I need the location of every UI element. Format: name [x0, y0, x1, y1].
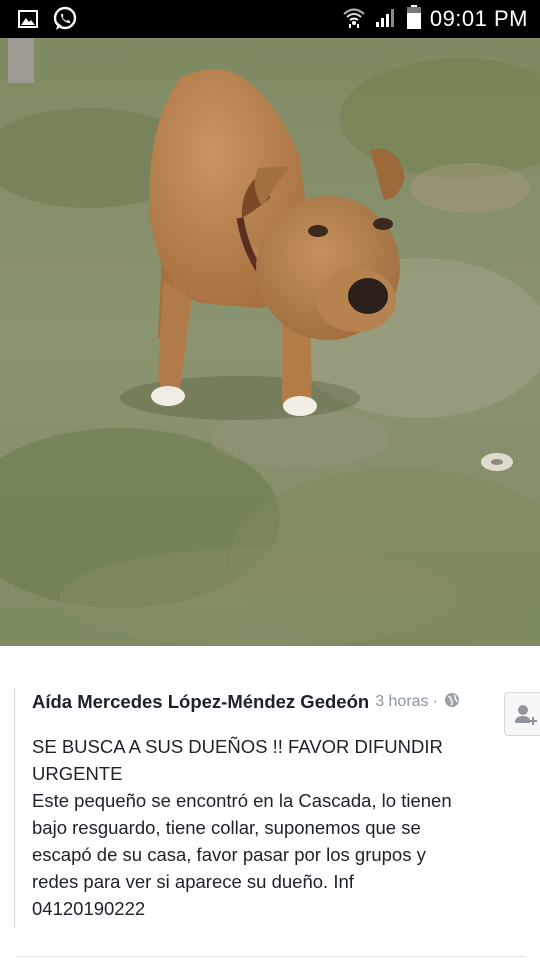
post-line: redes para ver si aparece su dueño. Inf — [32, 871, 354, 892]
post-body: SE BUSCA A SUS DUEÑOS !! FAVOR DIFUNDIR … — [32, 733, 522, 922]
clock: 09:01 PM — [429, 6, 528, 31]
divider — [16, 956, 526, 957]
post-line: bajo resguardo, tiene collar, suponemos … — [32, 817, 421, 838]
post-line: SE BUSCA A SUS DUEÑOS !! FAVOR DIFUNDIR — [32, 736, 443, 757]
phone-number: 04120190222 — [32, 898, 146, 919]
post-header: Aída Mercedes López-Méndez Gedeón 3 hora… — [32, 690, 460, 714]
add-friend-icon — [515, 705, 537, 725]
post-time[interactable]: 3 horas — [375, 693, 428, 711]
battery-icon — [406, 4, 422, 35]
signal-icon — [374, 6, 398, 33]
globe-icon — [444, 692, 460, 713]
dog-photo[interactable] — [0, 38, 540, 646]
post-line: escapó de su casa, favor pasar por los g… — [32, 844, 426, 865]
post-line: Este pequeño se encontró en la Cascada, … — [32, 790, 452, 811]
post-divider — [14, 688, 15, 928]
whatsapp-icon — [52, 6, 78, 37]
post-card: Aída Mercedes López-Méndez Gedeón 3 hora… — [0, 646, 540, 960]
separator: · — [432, 693, 438, 710]
add-friend-button[interactable] — [504, 692, 540, 736]
status-bar: 09:01 PM — [0, 0, 540, 38]
post-line: URGENTE — [32, 763, 123, 784]
wifi-icon — [342, 6, 366, 33]
gallery-icon — [18, 10, 38, 33]
author-name[interactable]: Aída Mercedes López-Méndez Gedeón — [32, 691, 369, 713]
